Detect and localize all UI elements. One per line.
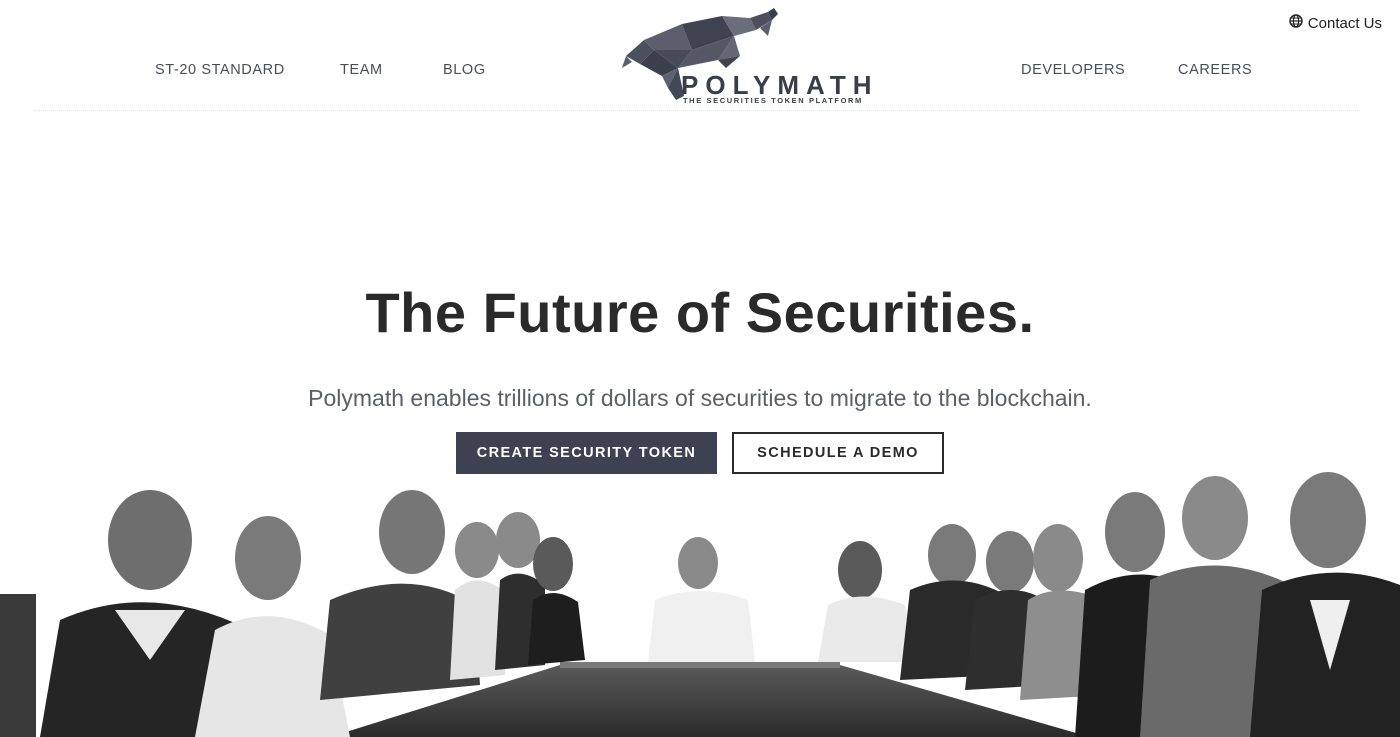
hero-title: The Future of Securities. bbox=[365, 281, 1035, 344]
create-security-token-button[interactable]: CREATE SECURITY TOKEN bbox=[456, 432, 717, 474]
nav-blog[interactable]: BLOG bbox=[443, 62, 486, 78]
schedule-demo-button[interactable]: SCHEDULE A DEMO bbox=[732, 432, 944, 474]
header-divider bbox=[34, 110, 1360, 111]
team-photo bbox=[0, 472, 1400, 737]
nav-developers[interactable]: DEVELOPERS bbox=[1021, 62, 1125, 78]
hero-subtitle: Polymath enables trillions of dollars of… bbox=[308, 385, 1092, 411]
globe-icon bbox=[1289, 14, 1303, 32]
logo-tagline: THE SECURITIES TOKEN PLATFORM bbox=[683, 96, 863, 105]
contact-us-label: Contact Us bbox=[1307, 14, 1382, 32]
contact-us-link[interactable]: Contact Us bbox=[1289, 14, 1382, 32]
nav-team[interactable]: TEAM bbox=[340, 62, 383, 78]
nav-st20-standard[interactable]: ST-20 STANDARD bbox=[155, 62, 285, 78]
nav-careers[interactable]: CAREERS bbox=[1178, 62, 1252, 78]
